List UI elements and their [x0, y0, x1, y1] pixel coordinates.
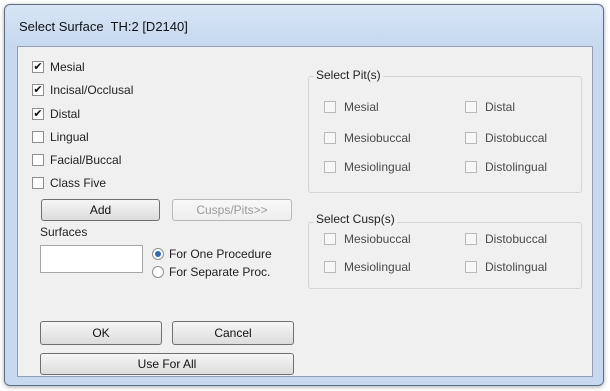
checkbox-incisal-occlusal-box[interactable]: ✔: [32, 84, 44, 96]
pit-distolingual-label: Distolingual: [485, 160, 548, 174]
cusp-mesiolingual-box[interactable]: [324, 261, 336, 273]
surfaces-field[interactable]: [40, 245, 143, 273]
ok-button[interactable]: OK: [40, 321, 162, 345]
cusp-distobuccal-label: Distobuccal: [485, 232, 548, 246]
checkbox-distal-box[interactable]: ✔: [32, 108, 44, 120]
radio-separate-proc[interactable]: For Separate Proc.: [152, 265, 270, 279]
cusp-distolingual-label: Distolingual: [485, 260, 548, 274]
checkbox-class-five-label: Class Five: [50, 176, 107, 190]
dialog-window: Select Surface TH:2 [D2140] ✔ Mesial ✔ I…: [4, 4, 604, 386]
dialog-body: ✔ Mesial ✔ Incisal/Occlusal ✔ Distal Lin…: [17, 46, 593, 377]
select-cusps-title: Select Cusp(s): [314, 212, 397, 226]
surfaces-label: Surfaces: [40, 225, 88, 239]
checkbox-distal-label: Distal: [50, 107, 81, 121]
radio-one-procedure-label: For One Procedure: [169, 247, 272, 261]
pit-mesial-label: Mesial: [344, 100, 379, 114]
cusp-mesiobuccal-box[interactable]: [324, 233, 336, 245]
checkbox-incisal-occlusal[interactable]: ✔ Incisal/Occlusal: [32, 83, 133, 97]
radio-one-procedure[interactable]: For One Procedure: [152, 247, 272, 261]
add-button[interactable]: Add: [41, 199, 160, 221]
select-pits-title: Select Pit(s): [314, 68, 383, 82]
use-for-all-button[interactable]: Use For All: [40, 353, 294, 375]
cancel-button[interactable]: Cancel: [172, 321, 294, 345]
radio-separate-proc-label: For Separate Proc.: [169, 265, 271, 279]
checkbox-mesial-box[interactable]: ✔: [32, 61, 44, 73]
pit-mesiolingual-label: Mesiolingual: [344, 160, 411, 174]
checkbox-facial-buccal-label: Facial/Buccal: [50, 153, 122, 167]
checkbox-distal[interactable]: ✔ Distal: [32, 107, 80, 121]
checkbox-mesial[interactable]: ✔ Mesial: [32, 60, 85, 74]
radio-separate-proc-circle[interactable]: [152, 266, 164, 278]
pit-distal-label: Distal: [485, 100, 516, 114]
radio-one-procedure-circle[interactable]: [152, 248, 164, 260]
cusp-distobuccal[interactable]: Distobuccal: [465, 232, 547, 246]
pit-mesiolingual[interactable]: Mesiolingual: [324, 160, 411, 174]
pit-mesiobuccal-label: Mesiobuccal: [344, 131, 411, 145]
pit-distobuccal-box[interactable]: [465, 132, 477, 144]
pit-mesiolingual-box[interactable]: [324, 161, 336, 173]
pit-distobuccal-label: Distobuccal: [485, 131, 548, 145]
checkbox-class-five-box[interactable]: [32, 177, 44, 189]
pit-mesial-box[interactable]: [324, 101, 336, 113]
cusps-pits-button[interactable]: Cusps/Pits>>: [172, 199, 292, 221]
pit-mesiobuccal[interactable]: Mesiobuccal: [324, 131, 411, 145]
cusp-distolingual[interactable]: Distolingual: [465, 260, 547, 274]
pit-distolingual[interactable]: Distolingual: [465, 160, 547, 174]
pit-mesiobuccal-box[interactable]: [324, 132, 336, 144]
cusp-mesiolingual[interactable]: Mesiolingual: [324, 260, 411, 274]
cusp-mesiobuccal-label: Mesiobuccal: [344, 232, 411, 246]
cusp-distobuccal-box[interactable]: [465, 233, 477, 245]
pit-distal-box[interactable]: [465, 101, 477, 113]
checkbox-lingual[interactable]: Lingual: [32, 130, 89, 144]
window-title: Select Surface TH:2 [D2140]: [19, 19, 188, 34]
cusp-mesiolingual-label: Mesiolingual: [344, 260, 411, 274]
pit-distobuccal[interactable]: Distobuccal: [465, 131, 547, 145]
cusp-distolingual-box[interactable]: [465, 261, 477, 273]
checkbox-lingual-label: Lingual: [50, 130, 89, 144]
pit-distal[interactable]: Distal: [465, 100, 515, 114]
pit-distolingual-box[interactable]: [465, 161, 477, 173]
checkbox-incisal-occlusal-label: Incisal/Occlusal: [50, 83, 134, 97]
cusp-mesiobuccal[interactable]: Mesiobuccal: [324, 232, 411, 246]
pit-mesial[interactable]: Mesial: [324, 100, 379, 114]
checkbox-class-five[interactable]: Class Five: [32, 176, 106, 190]
checkbox-facial-buccal[interactable]: Facial/Buccal: [32, 153, 121, 167]
checkbox-lingual-box[interactable]: [32, 131, 44, 143]
checkbox-facial-buccal-box[interactable]: [32, 154, 44, 166]
checkbox-mesial-label: Mesial: [50, 60, 85, 74]
